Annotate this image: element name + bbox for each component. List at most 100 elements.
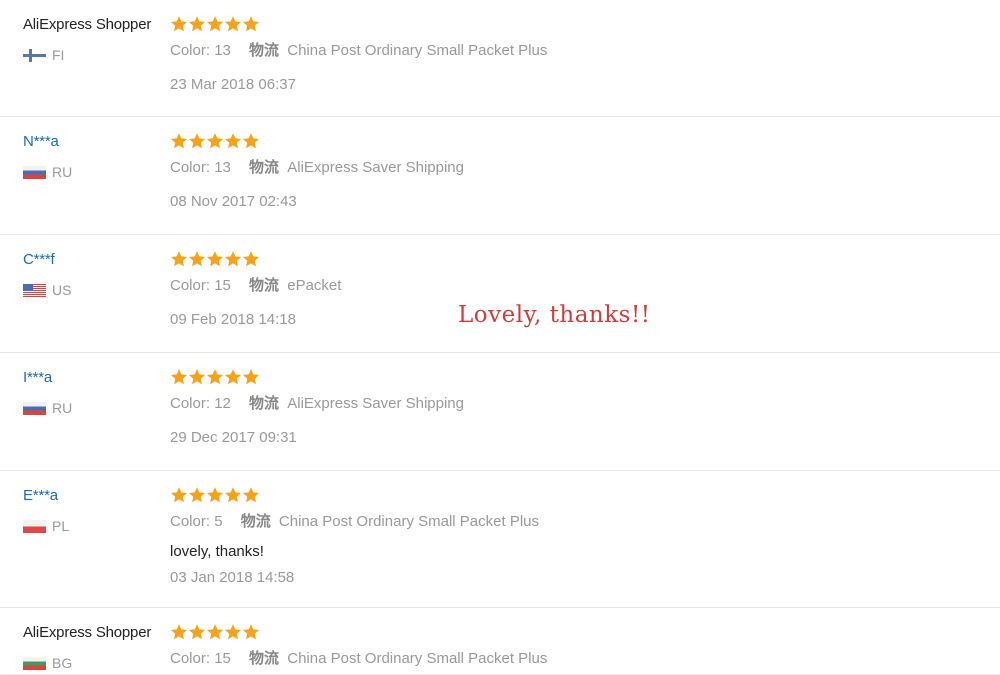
star-icon xyxy=(188,15,206,33)
star-rating xyxy=(170,367,990,387)
flag-fi-icon xyxy=(23,48,46,62)
user-country: FI xyxy=(23,46,168,64)
user-country: BG xyxy=(23,654,168,672)
star-rating xyxy=(170,131,990,151)
shipping-label: 物流 xyxy=(240,513,271,530)
star-icon xyxy=(206,132,224,150)
review-user: I***a RU xyxy=(23,353,168,417)
country-code: BG xyxy=(52,655,73,671)
color-label: Color: xyxy=(170,395,211,412)
color-value: 15 xyxy=(214,277,231,294)
user-name: AliExpress Shopper xyxy=(23,16,152,33)
review-date: 29 Dec 2017 09:31 xyxy=(170,429,297,446)
color-label: Color: xyxy=(170,650,211,667)
color-label: Color: xyxy=(170,159,211,176)
star-icon xyxy=(224,368,242,386)
review-meta: Color: 13 物流 AliExpress Saver Shipping xyxy=(170,159,990,177)
user-name-link[interactable]: E***a xyxy=(23,487,168,505)
review-detail: Color: 15 物流 China Post Ordinary Small P… xyxy=(170,608,990,668)
country-code: RU xyxy=(52,400,73,416)
color-value: 13 xyxy=(214,159,231,176)
shipping-label: 物流 xyxy=(249,650,280,667)
review-meta: Color: 12 物流 AliExpress Saver Shipping xyxy=(170,395,990,413)
star-icon xyxy=(170,368,188,386)
overlay-caption: Lovely, thanks!! xyxy=(458,302,651,328)
flag-us-icon xyxy=(23,283,46,297)
star-icon xyxy=(170,15,188,33)
star-icon xyxy=(170,250,188,268)
review-user: AliExpress Shopper BG xyxy=(23,608,168,672)
review-detail: Color: 5 物流 China Post Ordinary Small Pa… xyxy=(170,471,990,587)
star-icon xyxy=(188,132,206,150)
review-user: C***f US xyxy=(23,235,168,299)
user-country: PL xyxy=(23,517,168,535)
review-item: E***a PL Color: 5 物流 China Post Ordinary… xyxy=(0,471,1000,608)
star-icon xyxy=(242,15,260,33)
review-item: N***a RU Color: 13 物流 AliExpress Saver S… xyxy=(0,117,1000,235)
shipping-label: 物流 xyxy=(249,42,280,59)
user-country: RU xyxy=(23,163,168,181)
review-user: N***a RU xyxy=(23,117,168,181)
star-icon xyxy=(224,250,242,268)
color-value: 15 xyxy=(214,650,231,667)
review-comment: lovely, thanks! xyxy=(170,543,264,560)
star-icon xyxy=(242,250,260,268)
star-icon xyxy=(188,623,206,641)
review-item: C***f US Color: 15 物流 ePacket 09 Feb 201… xyxy=(0,235,1000,353)
review-date: 23 Mar 2018 06:37 xyxy=(170,76,296,93)
star-icon xyxy=(170,132,188,150)
review-item: I***a RU Color: 12 物流 AliExpress Saver S… xyxy=(0,353,1000,471)
country-code: RU xyxy=(52,164,73,180)
review-list: AliExpress Shopper FI Color: 13 物流 China… xyxy=(0,0,1000,675)
star-icon xyxy=(170,486,188,504)
country-code: US xyxy=(52,282,72,298)
flag-ru-icon xyxy=(23,165,46,179)
color-label: Color: xyxy=(170,277,211,294)
review-item: AliExpress Shopper FI Color: 13 物流 China… xyxy=(0,0,1000,117)
user-name-link[interactable]: C***f xyxy=(23,251,168,269)
review-detail: Color: 13 物流 AliExpress Saver Shipping 0… xyxy=(170,117,990,211)
review-item: AliExpress Shopper BG Color: 15 物流 China… xyxy=(0,608,1000,675)
star-rating xyxy=(170,14,990,34)
review-date: 08 Nov 2017 02:43 xyxy=(170,193,297,210)
review-detail: Color: 13 物流 China Post Ordinary Small P… xyxy=(170,0,990,94)
flag-pl-icon xyxy=(23,519,46,533)
star-icon xyxy=(224,623,242,641)
review-user: E***a PL xyxy=(23,471,168,535)
country-code: FI xyxy=(52,47,65,63)
review-meta: Color: 5 物流 China Post Ordinary Small Pa… xyxy=(170,513,990,531)
user-name-link[interactable]: I***a xyxy=(23,369,168,387)
star-icon xyxy=(224,15,242,33)
review-detail: Color: 12 物流 AliExpress Saver Shipping 2… xyxy=(170,353,990,447)
star-icon xyxy=(206,15,224,33)
user-name: AliExpress Shopper xyxy=(23,624,152,641)
star-icon xyxy=(242,486,260,504)
review-user: AliExpress Shopper FI xyxy=(23,0,168,64)
shipping-value: AliExpress Saver Shipping xyxy=(287,159,464,176)
color-value: 12 xyxy=(214,395,231,412)
color-label: Color: xyxy=(170,513,211,530)
user-country: RU xyxy=(23,399,168,417)
shipping-value: AliExpress Saver Shipping xyxy=(287,395,464,412)
star-icon xyxy=(188,486,206,504)
star-rating xyxy=(170,249,990,269)
star-icon xyxy=(188,368,206,386)
user-name-link[interactable]: N***a xyxy=(23,133,168,151)
color-value: 5 xyxy=(214,513,223,530)
star-rating xyxy=(170,485,990,505)
flag-bg-icon xyxy=(23,656,46,670)
review-meta: Color: 15 物流 China Post Ordinary Small P… xyxy=(170,650,990,668)
star-icon xyxy=(170,623,188,641)
star-icon xyxy=(206,368,224,386)
star-icon xyxy=(188,250,206,268)
star-icon xyxy=(206,250,224,268)
star-icon xyxy=(224,486,242,504)
country-code: PL xyxy=(52,518,70,534)
star-icon xyxy=(206,623,224,641)
star-icon xyxy=(242,368,260,386)
user-country: US xyxy=(23,281,168,299)
star-icon xyxy=(242,132,260,150)
shipping-label: 物流 xyxy=(249,159,280,176)
shipping-value: China Post Ordinary Small Packet Plus xyxy=(287,650,548,667)
star-rating xyxy=(170,622,990,642)
